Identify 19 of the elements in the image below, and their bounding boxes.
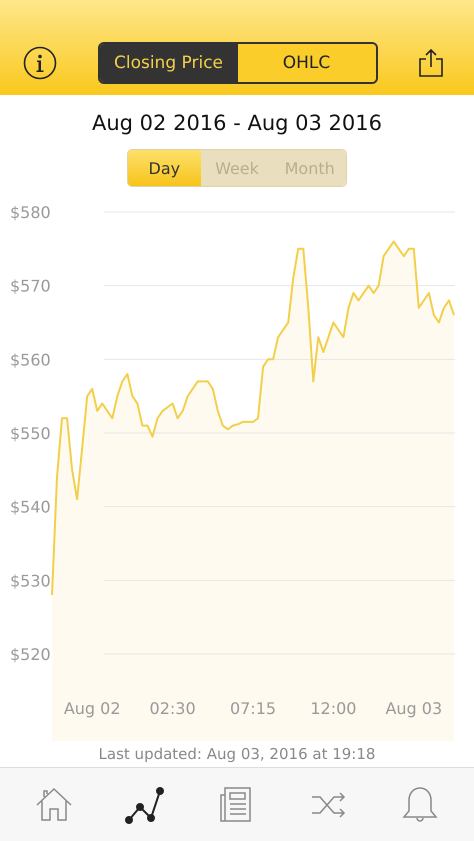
- date-range: Aug 02 2016 - Aug 03 2016: [91, 111, 383, 135]
- axis-label: $560: [10, 350, 51, 370]
- mode-tab[interactable]: OHLC: [238, 44, 376, 82]
- axis-label: Aug 02: [64, 699, 121, 718]
- period-tab[interactable]: Day: [128, 150, 201, 186]
- axis-label: Aug 03: [385, 699, 442, 718]
- axis-label: 12:00: [310, 699, 356, 718]
- axis-label: $530: [10, 571, 51, 590]
- axis-label: $540: [10, 498, 51, 517]
- axis-label: $520: [10, 645, 51, 664]
- axis-label: 07:15: [230, 699, 276, 718]
- share-icon[interactable]: [418, 48, 444, 78]
- axis-label: $550: [10, 424, 51, 443]
- mode-tab[interactable]: Closing Price: [100, 44, 238, 82]
- axis-label: $580: [10, 203, 51, 222]
- info-icon[interactable]: [23, 46, 57, 80]
- axis-label: 02:30: [150, 699, 196, 718]
- last-updated: Last updated: Aug 03, 2016 at 19:18: [98, 744, 376, 765]
- axis-label: $570: [10, 276, 51, 296]
